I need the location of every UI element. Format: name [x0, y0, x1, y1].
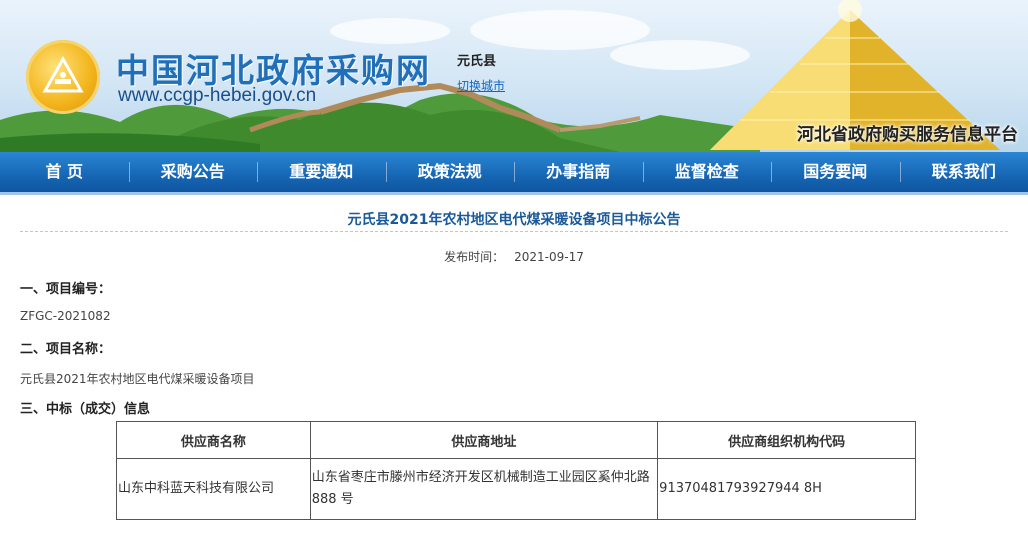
publish-label: 发布时间： [444, 250, 505, 264]
nav-item-home[interactable]: 首 页 [0, 152, 129, 192]
main-nav: 首 页 采购公告 重要通知 政策法规 办事指南 监督检查 国务要闻 联系我们 [0, 152, 1028, 195]
site-logo[interactable] [26, 40, 100, 114]
nav-item-important-notices[interactable]: 重要通知 [257, 152, 386, 192]
project-name: 元氏县2021年农村地区电代煤采暖设备项目 [20, 372, 255, 386]
cloud-decoration [470, 10, 650, 50]
org-code-cell: 91370481793927944 8H [657, 458, 916, 520]
current-city: 元氏县 [457, 54, 497, 69]
winner-table: 供应商名称 供应商地址 供应商组织机构代码 山东中科蓝天科技有限公司 山东省枣庄… [116, 421, 916, 520]
government-procurement-emblem-icon [42, 55, 84, 93]
nav-item-supervision[interactable]: 监督检查 [642, 152, 772, 192]
switch-city-link[interactable]: 切换城市 [457, 77, 505, 94]
title-divider [20, 231, 1008, 232]
table-row: 山东中科蓝天科技有限公司 山东省枣庄市滕州市经济开发区机械制造工业园区奚仲北路 … [116, 458, 916, 520]
cloud-decoration [330, 18, 450, 44]
column-header-org-code: 供应商组织机构代码 [657, 421, 916, 459]
winner-info-heading: 三、中标（成交）信息 [20, 402, 151, 417]
supplier-address-cell: 山东省枣庄市滕州市经济开发区机械制造工业园区奚仲北路 888 号 [309, 458, 659, 520]
notice-content: 元氏县2021年农村地区电代煤采暖设备项目中标公告 发布时间： 2021-09-1… [0, 195, 1028, 534]
supplier-name-cell: 山东中科蓝天科技有限公司 [116, 458, 311, 520]
column-header-supplier-name: 供应商名称 [116, 421, 311, 459]
site-url: www.ccgp-hebei.gov.cn [118, 85, 317, 106]
publish-info: 发布时间： 2021-09-17 [0, 248, 1028, 265]
platform-name: 河北省政府购买服务信息平台 [797, 125, 1018, 145]
column-header-supplier-address: 供应商地址 [309, 421, 659, 459]
notice-title: 元氏县2021年农村地区电代煤采暖设备项目中标公告 [347, 212, 681, 228]
nav-item-state-news[interactable]: 国务要闻 [771, 152, 900, 192]
project-name-heading: 二、项目名称： [20, 342, 112, 357]
nav-item-guide[interactable]: 办事指南 [514, 152, 643, 192]
nav-item-contact[interactable]: 联系我们 [899, 152, 1028, 192]
table-header-row: 供应商名称 供应商地址 供应商组织机构代码 [116, 421, 916, 459]
publish-date: 2021-09-17 [514, 250, 584, 264]
project-number: ZFGC-2021082 [20, 309, 111, 323]
project-number-heading: 一、项目编号： [20, 282, 112, 297]
nav-item-policies[interactable]: 政策法规 [385, 152, 515, 192]
header-banner: 中国河北政府采购网 www.ccgp-hebei.gov.cn 元氏县 切换城市… [0, 0, 1028, 152]
nav-item-procurement-notices[interactable]: 采购公告 [128, 152, 258, 192]
